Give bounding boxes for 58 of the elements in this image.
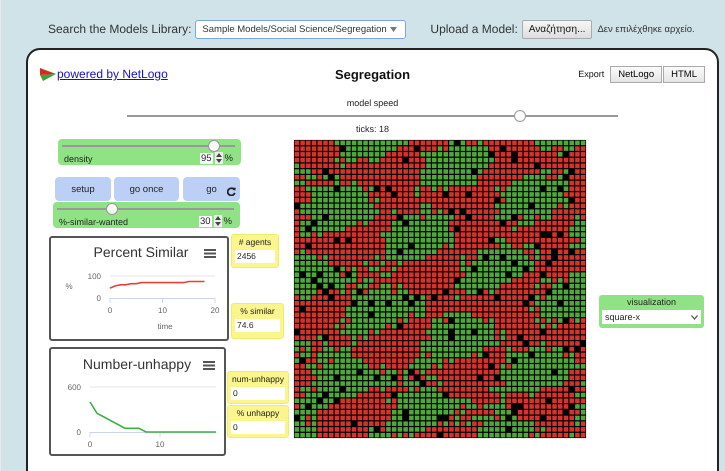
slider-thumb[interactable] (106, 203, 118, 215)
tick-label: 0 (88, 440, 92, 449)
tick-label: 0 (76, 428, 81, 437)
tick-label: 0 (96, 294, 101, 303)
monitor-label: % unhappy (236, 408, 280, 419)
axis-label: % (65, 282, 73, 291)
value-field[interactable]: 95 (200, 152, 213, 164)
browse-button[interactable]: Αναζήτηση... (522, 20, 592, 38)
tick-label: 10 (158, 306, 167, 315)
value-field[interactable]: 30 (198, 216, 212, 226)
monitor-value: 74.6 (235, 319, 280, 332)
model-button[interactable]: go (183, 177, 240, 201)
export-button[interactable]: HTML (663, 66, 705, 82)
upload-label: Upload a Model: (430, 22, 518, 36)
monitor-label: # agents (238, 237, 272, 248)
forever-icon (227, 187, 236, 196)
export-label: Export (578, 69, 604, 79)
menu-icon[interactable] (204, 249, 216, 258)
spinner-icon (214, 215, 222, 227)
caret-icon (390, 26, 398, 32)
chevron-icon (691, 314, 698, 320)
spinner-icon (214, 152, 223, 164)
slider-label: density (64, 154, 93, 164)
tick-label: 10 (156, 440, 164, 449)
slider-label: %-similar-wanted (59, 217, 128, 227)
models-library-dropdown[interactable]: Sample Models/Social Science/Segregation (195, 20, 406, 38)
powered-by-link[interactable]: powered by NetLogo (57, 67, 168, 81)
unit-label: % (224, 216, 232, 226)
chooser-label: visualization (626, 297, 676, 308)
tick-label: 0 (108, 306, 112, 315)
menu-icon[interactable] (203, 361, 215, 370)
tick-label: 600 (68, 383, 81, 392)
speed-label: model speed (346, 98, 398, 110)
model-title: Segregation (334, 66, 410, 82)
monitor-label: % similar (240, 306, 275, 317)
slider-track[interactable] (57, 203, 234, 215)
monitor-value: 2456 (235, 250, 275, 263)
tick-label: 100 (88, 272, 101, 281)
axis-label: time (157, 322, 173, 331)
export-button[interactable]: NetLogo (610, 66, 662, 82)
logo-icon (40, 68, 56, 80)
plot-title: Number-unhappy (82, 356, 192, 372)
ticks-counter: ticks: 18 (356, 124, 389, 134)
speed-slider[interactable] (127, 110, 618, 122)
library-label: Search the Models Library: (48, 22, 192, 36)
monitor-value: 0 (231, 421, 285, 434)
monitor-label: num-unhappy (232, 374, 284, 385)
dropdown[interactable]: square-x (602, 310, 701, 324)
slider-thumb[interactable] (514, 110, 526, 122)
tick-label: 20 (210, 306, 220, 315)
no-file-text: Δεν επιλέχθηκε αρχείο. (597, 24, 695, 34)
unit-label: % (224, 152, 233, 164)
plot-title: Percent Similar (94, 244, 188, 260)
model-button[interactable]: go once (114, 177, 179, 201)
monitor-value: 0 (231, 387, 285, 400)
slider-track[interactable] (62, 140, 235, 152)
slider-thumb[interactable] (208, 140, 220, 152)
model-button[interactable]: setup (55, 177, 111, 201)
